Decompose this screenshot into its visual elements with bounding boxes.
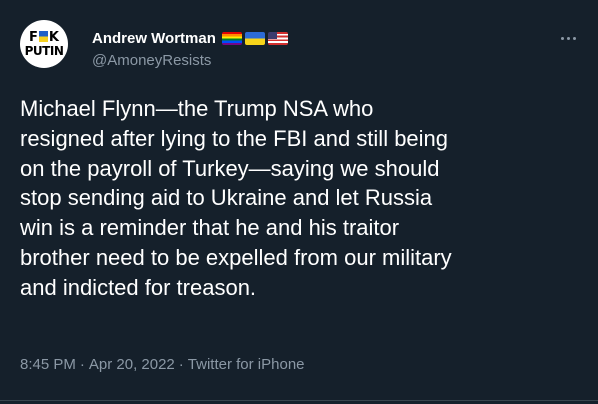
avatar-text-line2: PUTIN — [24, 44, 64, 58]
tweet-text: Michael Flynn—the Trump NSA who resigned… — [20, 94, 586, 303]
ukraine-flag-icon — [244, 31, 265, 45]
name-flags — [221, 31, 288, 45]
tweet-text-line: win is a reminder that he and his traito… — [20, 215, 400, 241]
more-dot-icon — [560, 36, 564, 40]
tweet-text-line: stop sending aid to Ukraine and let Russ… — [20, 185, 433, 211]
user-handle[interactable]: @AmoneyResists — [92, 52, 211, 69]
more-options-button[interactable] — [552, 26, 584, 50]
more-dot-icon — [572, 36, 576, 40]
avatar-text-line1: FK — [29, 30, 59, 45]
display-name[interactable]: Andrew Wortman — [92, 30, 216, 47]
tweet-time[interactable]: 8:45 PM — [20, 356, 76, 373]
display-name-row: Andrew Wortman — [92, 28, 288, 48]
tweet-text-line: brother need to be expelled from our mil… — [20, 244, 452, 270]
tweet-metadata: 8:45 PM · Apr 20, 2022 · Twitter for iPhone — [20, 356, 305, 373]
tweet-text-line: Michael Flynn—the Trump NSA who — [20, 96, 374, 121]
tweet-text-line: resigned after lying to the FBI and stil… — [20, 125, 449, 151]
avatar[interactable]: FK PUTIN — [20, 20, 68, 68]
tweet-card: FK PUTIN Andrew Wortman @AmoneyResists M… — [0, 0, 598, 404]
more-dot-icon — [566, 36, 570, 40]
rainbow-flag-icon — [221, 31, 242, 45]
tweet-source[interactable]: Twitter for iPhone — [188, 356, 305, 373]
tweet-date[interactable]: Apr 20, 2022 — [89, 356, 175, 373]
meta-separator: · — [178, 356, 184, 373]
tweet-text-line: and indicted for treason. — [20, 274, 257, 300]
divider — [0, 400, 598, 401]
tweet-text-line: on the payroll of Turkey—saying we shoul… — [20, 155, 440, 181]
usa-flag-icon — [267, 31, 288, 45]
ukraine-square-icon — [38, 31, 48, 42]
meta-separator: · — [79, 356, 85, 373]
